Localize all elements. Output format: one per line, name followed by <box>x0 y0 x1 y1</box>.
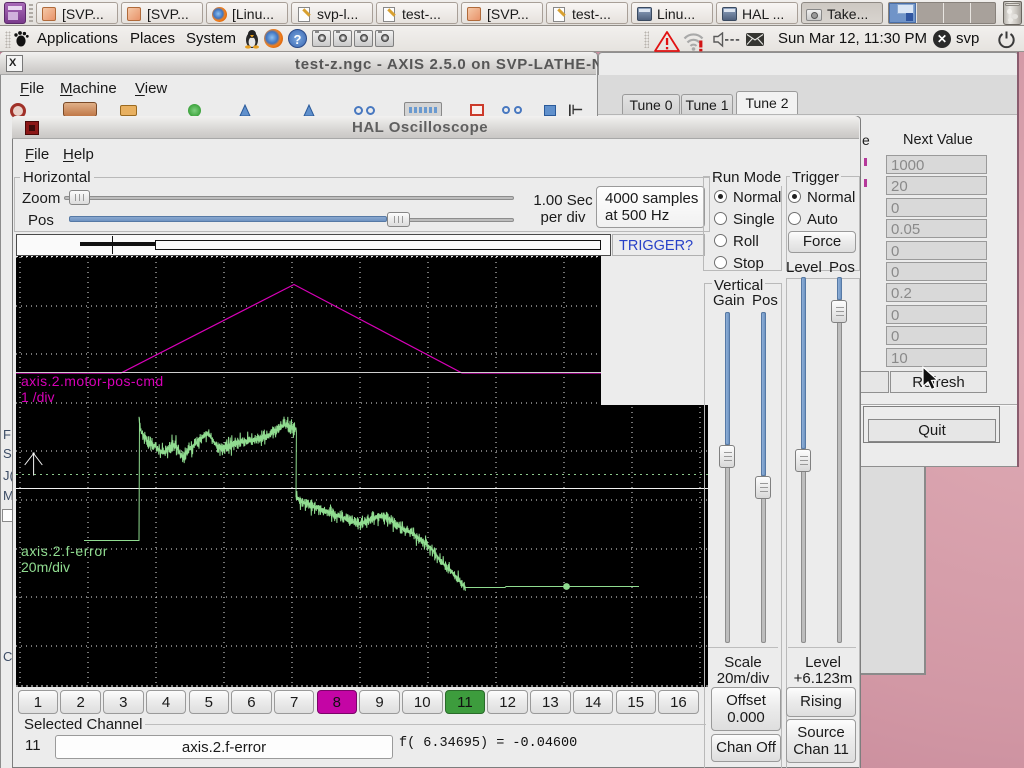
svg-text:axis.2.motor-pos-cmd: axis.2.motor-pos-cmd <box>21 373 164 389</box>
svg-text:20m/div: 20m/div <box>21 559 70 575</box>
svg-text:axis.2.f-error: axis.2.f-error <box>21 543 108 559</box>
svg-text:1 /div: 1 /div <box>21 389 54 405</box>
